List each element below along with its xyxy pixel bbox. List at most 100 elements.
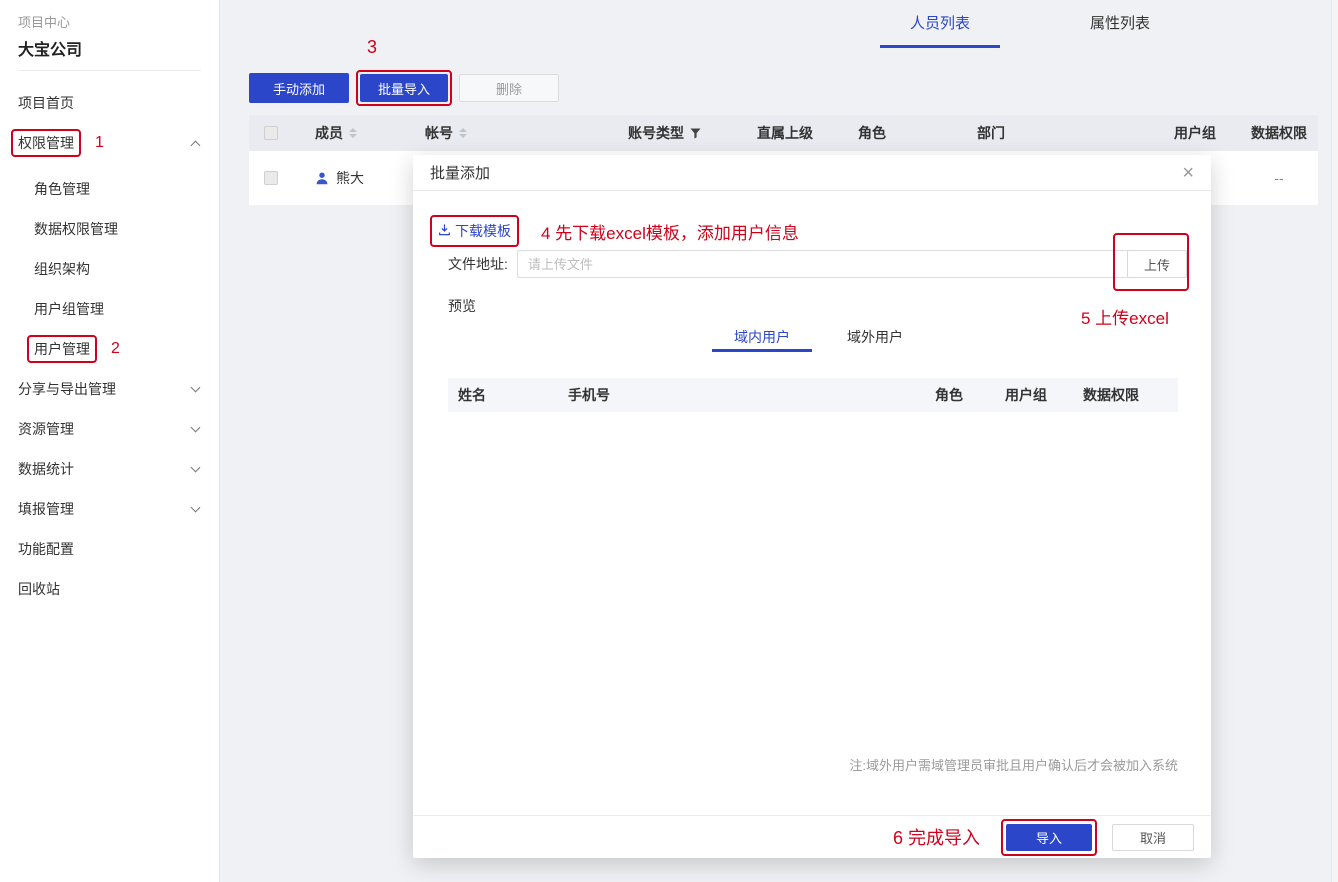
- column-label: 数据权限: [1251, 123, 1307, 143]
- tab-internal-users[interactable]: 域内用户: [712, 322, 812, 352]
- delete-button[interactable]: 删除: [459, 74, 559, 102]
- nav-item-label: 填报管理: [18, 499, 74, 519]
- sidebar-item-user-mgmt[interactable]: 用户管理 2: [0, 329, 219, 369]
- download-template-button[interactable]: 下载模板: [438, 221, 511, 241]
- toolbar: 手动添加 批量导入 删除 3: [249, 70, 559, 106]
- header-cell-role: 角色: [845, 115, 955, 151]
- close-icon[interactable]: ×: [1182, 163, 1194, 183]
- sidebar-item-project-home[interactable]: 项目首页: [0, 83, 219, 123]
- column-label: 账号类型: [628, 123, 684, 143]
- sort-icon[interactable]: [349, 128, 357, 138]
- tab-label: 域内用户: [734, 327, 790, 347]
- file-path-input[interactable]: [517, 250, 1129, 278]
- cancel-button[interactable]: 取消: [1112, 824, 1194, 851]
- sort-icon[interactable]: [459, 128, 467, 138]
- user-icon: [315, 171, 329, 185]
- annotation-box-3: 批量导入: [356, 70, 452, 106]
- sidebar-item-role-mgmt[interactable]: 角色管理: [0, 169, 219, 209]
- tab-label: 属性列表: [1090, 15, 1150, 32]
- header-cell-select: [249, 115, 293, 151]
- file-path-label: 文件地址:: [448, 254, 508, 274]
- sidebar-item-org-structure[interactable]: 组织架构: [0, 249, 219, 289]
- import-button[interactable]: 导入: [1006, 824, 1092, 851]
- sidebar-item-report-mgmt[interactable]: 填报管理: [0, 489, 219, 529]
- column-label: 成员: [315, 123, 343, 143]
- company-name: 大宝公司: [18, 36, 201, 60]
- chevron-down-icon: [191, 503, 201, 513]
- nav-item-label: 用户组管理: [34, 299, 104, 319]
- data-permission-value: --: [1274, 170, 1283, 186]
- sidebar-item-share-export-mgmt[interactable]: 分享与导出管理: [0, 369, 219, 409]
- tab-attribute-list[interactable]: 属性列表: [1060, 0, 1180, 48]
- annotation-text-5: 5 上传excel: [1081, 304, 1169, 329]
- sidebar-nav: 项目首页 权限管理 1 角色管理 数据权限管理 组织架构: [0, 71, 219, 609]
- preview-table: 姓名 手机号 角色 用户组 数据权限: [448, 378, 1178, 412]
- header-cell-data-permission: 数据权限: [1240, 115, 1318, 151]
- sidebar: 项目中心 大宝公司 项目首页 权限管理 1 角色管理 数据权限管理: [0, 0, 220, 882]
- nav-item-label: 资源管理: [18, 419, 74, 439]
- download-template-row: 下载模板 4 先下载excel模板，添加用户信息: [430, 215, 799, 247]
- external-user-note: 注:域外用户需域管理员审批且用户确认后才会被加入系统: [849, 755, 1178, 774]
- batch-import-button[interactable]: 批量导入: [360, 74, 448, 102]
- annotation-number-3: 3: [367, 37, 377, 58]
- column-label: 用户组: [1174, 123, 1216, 143]
- file-path-row: 文件地址:: [448, 250, 1129, 278]
- nav-item-label: 项目首页: [18, 93, 74, 113]
- page-scrollbar[interactable]: [1331, 0, 1338, 882]
- batch-add-modal: 批量添加 × 下载模板 4 先下载excel模板，添加用户信息 文件地址: 上传…: [413, 155, 1211, 858]
- annotation-number-2: 2: [111, 340, 120, 358]
- sidebar-item-recycle-bin[interactable]: 回收站: [0, 569, 219, 609]
- select-all-checkbox[interactable]: [264, 126, 278, 140]
- upload-button[interactable]: 上传: [1127, 250, 1187, 278]
- nav-item-label: 功能配置: [18, 539, 74, 559]
- column-label: 角色: [858, 123, 886, 143]
- preview-table-header: 姓名 手机号 角色 用户组 数据权限: [448, 378, 1178, 412]
- annotation-number-1: 1: [95, 134, 104, 152]
- annotation-box-2: 用户管理: [27, 335, 97, 363]
- nav-item-label: 分享与导出管理: [18, 379, 116, 399]
- sidebar-item-data-statistics[interactable]: 数据统计: [0, 449, 219, 489]
- row-checkbox[interactable]: [264, 171, 278, 185]
- nav-item-label: 用户管理: [34, 339, 90, 359]
- member-name: 熊大: [336, 168, 364, 188]
- column-label: 直属上级: [757, 123, 813, 143]
- header-cell-department: 部门: [955, 115, 1150, 151]
- download-template-label: 下载模板: [455, 221, 511, 241]
- annotation-box-1: 权限管理: [11, 129, 81, 157]
- preview-col-phone: 手机号: [558, 385, 925, 405]
- nav-item-label: 数据统计: [18, 459, 74, 479]
- chevron-down-icon: [191, 463, 201, 473]
- header-cell-member[interactable]: 成员: [293, 115, 405, 151]
- tab-label: 域外用户: [847, 327, 903, 347]
- preview-label: 预览: [448, 296, 476, 316]
- header-cell-account[interactable]: 帐号: [405, 115, 600, 151]
- modal-title-bar: 批量添加 ×: [413, 155, 1211, 191]
- row-cell-select: [249, 151, 293, 205]
- header-cell-supervisor: 直属上级: [740, 115, 845, 151]
- column-label: 帐号: [425, 123, 453, 143]
- annotation-box-4: 下载模板: [430, 215, 519, 247]
- sidebar-item-resource-mgmt[interactable]: 资源管理: [0, 409, 219, 449]
- nav-item-label: 角色管理: [34, 179, 90, 199]
- sidebar-item-permission-mgmt[interactable]: 权限管理 1: [0, 123, 219, 163]
- chevron-up-icon: [191, 141, 201, 151]
- row-cell-data-permission: --: [1240, 151, 1318, 205]
- nav-item-label: 数据权限管理: [34, 219, 118, 239]
- tab-external-users[interactable]: 域外用户: [825, 322, 925, 352]
- tab-personnel-list[interactable]: 人员列表: [880, 0, 1000, 48]
- member-table-header: 成员 帐号 账号类型 直属上级 角色: [249, 115, 1318, 151]
- manual-add-button[interactable]: 手动添加: [249, 73, 349, 103]
- preview-col-name: 姓名: [448, 385, 558, 405]
- download-icon: [438, 223, 451, 239]
- sidebar-item-function-config[interactable]: 功能配置: [0, 529, 219, 569]
- sidebar-item-user-group-mgmt[interactable]: 用户组管理: [0, 289, 219, 329]
- sidebar-item-data-permission-mgmt[interactable]: 数据权限管理: [0, 209, 219, 249]
- nav-item-label: 组织架构: [34, 259, 90, 279]
- annotation-box-6: 导入: [1001, 819, 1097, 856]
- annotation-text-4: 4 先下载excel模板，添加用户信息: [541, 219, 799, 244]
- filter-icon[interactable]: [690, 128, 701, 139]
- annotation-text-6: 6 完成导入: [893, 824, 980, 850]
- header-cell-account-type[interactable]: 账号类型: [600, 115, 740, 151]
- preview-col-user-group: 用户组: [995, 385, 1073, 405]
- sidebar-submenu-permission: 角色管理 数据权限管理 组织架构 用户组管理 用户管理 2: [0, 169, 219, 369]
